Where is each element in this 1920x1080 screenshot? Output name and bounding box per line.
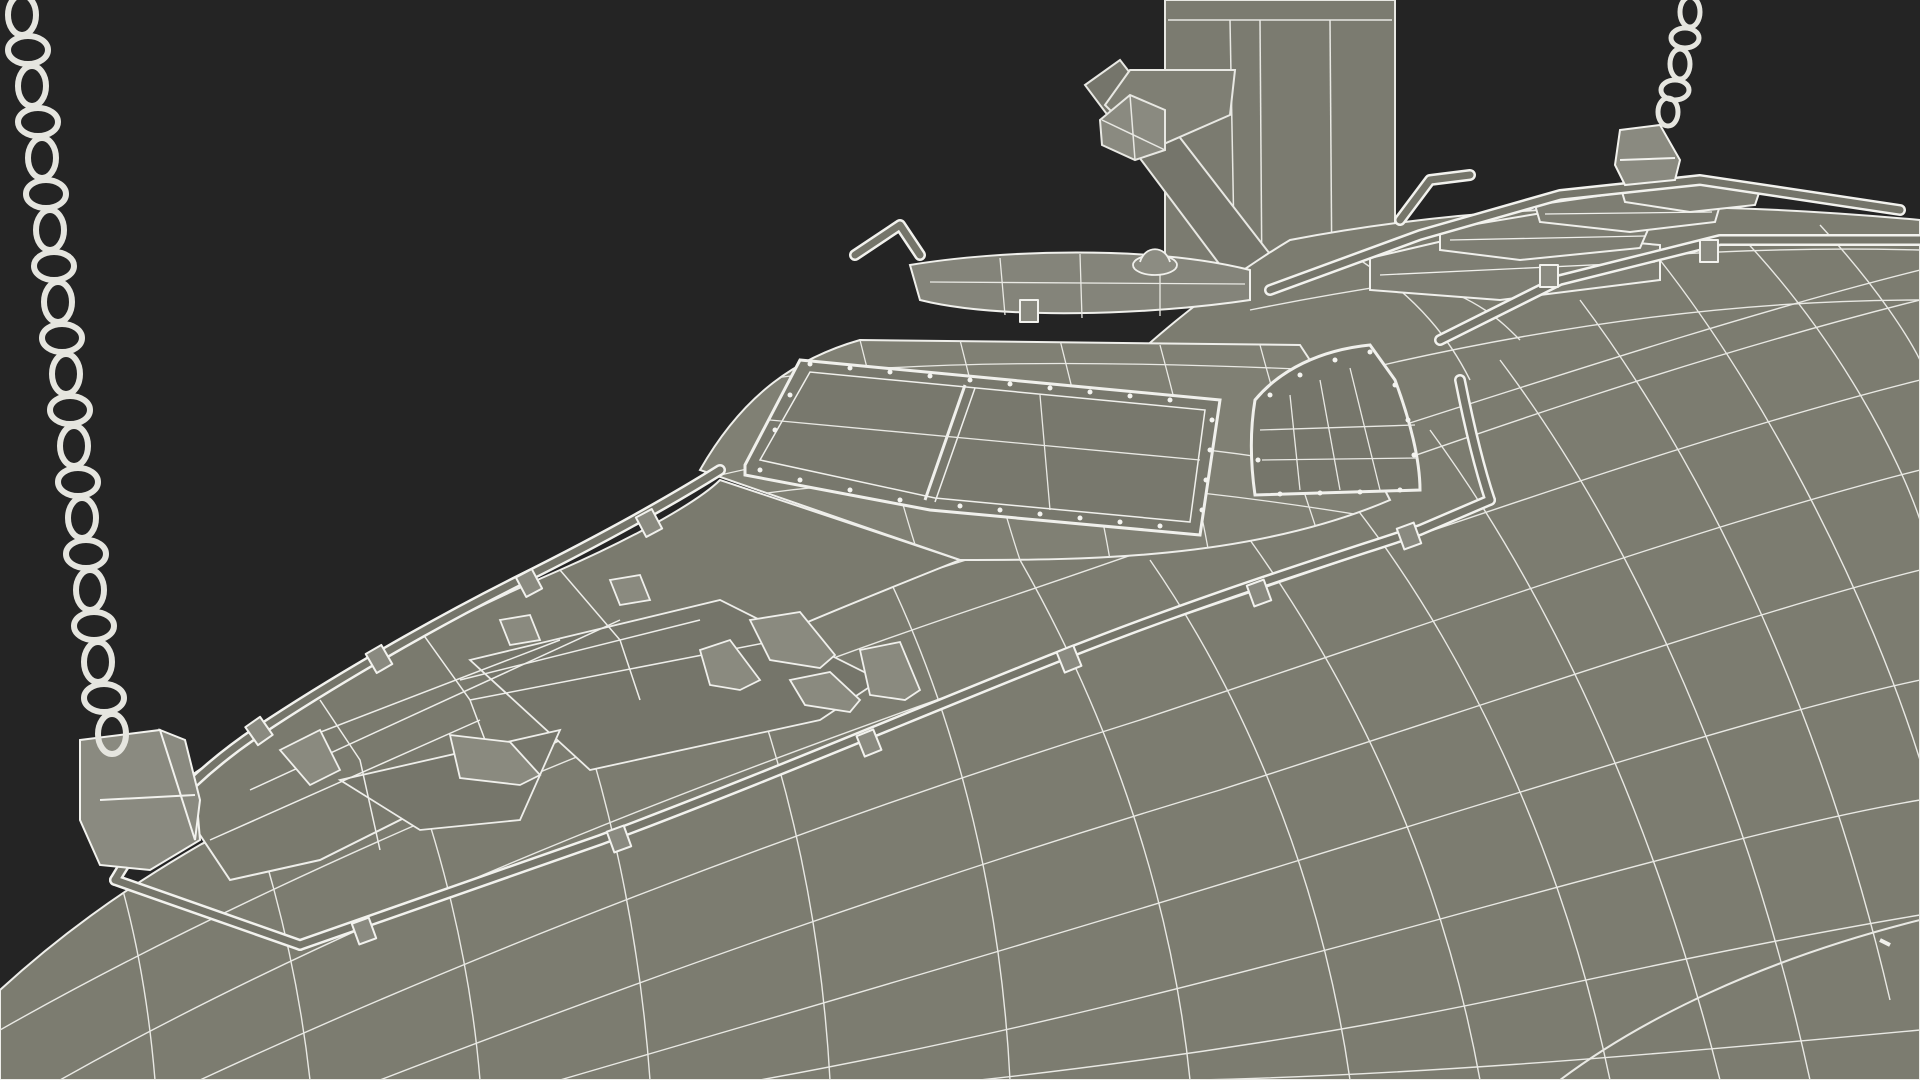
lifting-lug-front <box>79 728 202 872</box>
render-viewport[interactable] <box>0 0 1920 1080</box>
